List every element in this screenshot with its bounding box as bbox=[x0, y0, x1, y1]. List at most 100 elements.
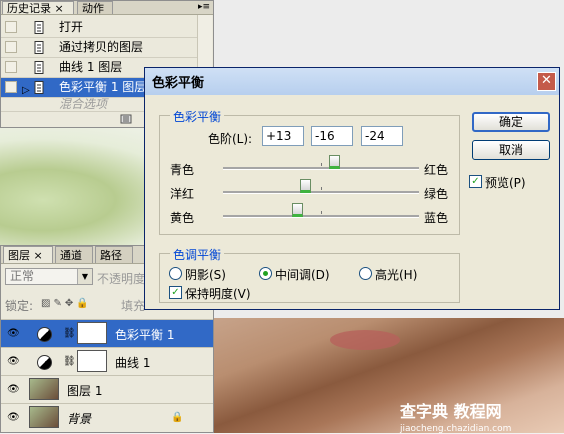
preview-checkbox[interactable]: ✓ bbox=[469, 175, 482, 188]
tab-channels-label: 通道 bbox=[60, 249, 82, 262]
history-snapshot-box[interactable] bbox=[5, 41, 17, 53]
magenta-green-slider[interactable] bbox=[223, 179, 419, 194]
layer-row[interactable]: 👁 背景 🔒 bbox=[1, 403, 213, 432]
slider-thumb[interactable] bbox=[300, 179, 312, 193]
history-doc-icon bbox=[34, 61, 44, 74]
layer-row[interactable]: 👁 图层 1 bbox=[1, 375, 213, 404]
history-doc-icon bbox=[34, 21, 44, 34]
history-delete-icon[interactable] bbox=[119, 114, 133, 124]
history-doc-icon bbox=[34, 81, 44, 94]
close-icon[interactable]: × bbox=[34, 249, 43, 262]
history-state-pointer-icon[interactable]: ▷ bbox=[22, 85, 30, 96]
tab-layers[interactable]: 图层 × bbox=[3, 246, 53, 263]
highlights-radio[interactable] bbox=[359, 267, 372, 280]
preview-label[interactable]: 预览(P) bbox=[485, 174, 526, 191]
tab-paths-label: 路径 bbox=[100, 249, 122, 262]
close-icon[interactable]: × bbox=[55, 2, 64, 15]
photo-portrait-detail bbox=[330, 330, 400, 350]
close-icon: ✕ bbox=[541, 73, 552, 88]
blend-mode-value: 正常 bbox=[10, 269, 35, 283]
slider-left-label: 黄色 bbox=[170, 211, 195, 225]
slider-right-label: 绿色 bbox=[424, 187, 449, 201]
adjustment-layer-icon bbox=[37, 355, 52, 370]
layer-name: 色彩平衡 1 bbox=[115, 328, 175, 342]
history-item-label: 曲线 1 图层 bbox=[59, 60, 123, 74]
tab-paths[interactable]: 路径 bbox=[95, 246, 133, 263]
close-button[interactable]: ✕ bbox=[537, 72, 556, 91]
history-snapshot-box[interactable] bbox=[5, 21, 17, 33]
eye-icon[interactable]: 👁 bbox=[7, 356, 20, 367]
history-snapshot-box[interactable] bbox=[5, 81, 17, 93]
lock-icon: 🔒 bbox=[171, 412, 184, 423]
tab-channels[interactable]: 通道 bbox=[55, 246, 93, 263]
link-icon[interactable]: ⛓ bbox=[63, 328, 76, 339]
cyan-red-slider[interactable] bbox=[223, 155, 419, 170]
midtones-radio[interactable] bbox=[259, 267, 272, 280]
checkmark-icon: ✓ bbox=[471, 176, 480, 187]
tab-history-label: 历史记录 bbox=[7, 2, 51, 15]
history-item-label: 打开 bbox=[59, 20, 84, 34]
adjustment-layer-icon bbox=[37, 327, 52, 342]
layer-name: 图层 1 bbox=[67, 384, 103, 398]
magenta-green-level-input[interactable] bbox=[311, 126, 353, 146]
yellow-blue-slider[interactable] bbox=[223, 203, 419, 218]
watermark: 查字典 教程网 jiaocheng.chazidian.com bbox=[400, 398, 560, 434]
blend-mode-select[interactable]: 正常 ▼ bbox=[5, 268, 93, 285]
layer-name: 曲线 1 bbox=[115, 356, 151, 370]
slider-left-label: 青色 bbox=[170, 163, 195, 177]
history-item[interactable]: 通过拷贝的图层 bbox=[1, 38, 197, 58]
layer-name: 背景 bbox=[67, 412, 92, 426]
lock-label: 锁定: bbox=[5, 299, 34, 313]
eye-icon[interactable]: 👁 bbox=[7, 328, 20, 339]
history-doc-icon bbox=[34, 41, 44, 54]
slider-center-tick bbox=[321, 211, 322, 214]
tab-actions[interactable]: 动作 bbox=[77, 1, 113, 15]
tone-balance-group-title: 色调平衡 bbox=[170, 246, 225, 263]
slider-thumb[interactable] bbox=[292, 203, 304, 217]
slider-left-label: 洋红 bbox=[170, 187, 195, 201]
lock-options-icons[interactable]: ▨✎✥🔒 bbox=[41, 298, 92, 309]
history-item[interactable]: 打开 bbox=[1, 18, 197, 38]
shadows-label[interactable]: 阴影(S) bbox=[185, 266, 226, 283]
layer-row[interactable]: 👁 ⛓ 曲线 1 bbox=[1, 347, 213, 376]
slider-center-tick bbox=[321, 163, 322, 166]
ok-button[interactable]: 确定 bbox=[472, 112, 550, 132]
tone-balance-group: 色调平衡 阴影(S) 中间调(D) 高光(H) ✓ 保持明度(V) bbox=[159, 246, 460, 303]
slider-thumb[interactable] bbox=[328, 155, 340, 169]
history-snapshot-box[interactable] bbox=[5, 61, 17, 73]
layer-row[interactable]: 👁 ⛓ 色彩平衡 1 bbox=[1, 319, 213, 348]
slider-right-label: 红色 bbox=[424, 163, 449, 177]
levels-label: 色阶(L): bbox=[208, 132, 253, 146]
dialog-title: 色彩平衡 bbox=[152, 76, 205, 91]
dialog-titlebar[interactable]: 色彩平衡 ✕ bbox=[145, 68, 559, 95]
eye-icon[interactable]: 👁 bbox=[7, 384, 20, 395]
link-icon[interactable]: ⛓ bbox=[63, 356, 76, 367]
highlights-label[interactable]: 高光(H) bbox=[375, 266, 417, 283]
panel-menu-icon[interactable]: ▸≡ bbox=[198, 2, 210, 13]
opacity-label: 不透明度 bbox=[97, 272, 146, 286]
midtones-label[interactable]: 中间调(D) bbox=[275, 266, 330, 283]
checkmark-icon: ✓ bbox=[171, 287, 180, 298]
layer-thumbnail bbox=[29, 378, 59, 400]
color-balance-dialog: 色彩平衡 ✕ 色彩平衡 色阶(L): 青色 红色 洋红 绿色 黄色 蓝色 色调平… bbox=[144, 67, 560, 310]
fill-label: 填充 bbox=[121, 299, 146, 313]
color-balance-group-title: 色彩平衡 bbox=[170, 108, 225, 125]
layer-mask-thumbnail[interactable] bbox=[77, 322, 107, 344]
history-item-label: 通过拷贝的图层 bbox=[59, 40, 144, 54]
preserve-luminosity-checkbox[interactable]: ✓ bbox=[169, 286, 182, 299]
tab-history[interactable]: 历史记录 × bbox=[2, 1, 74, 15]
color-balance-group: 色彩平衡 色阶(L): 青色 红色 洋红 绿色 黄色 蓝色 bbox=[159, 108, 460, 235]
history-tabbar: 历史记录 × 动作 ▸≡ bbox=[1, 1, 213, 15]
watermark-main: 查字典 教程网 bbox=[400, 402, 502, 421]
shadows-radio[interactable] bbox=[169, 267, 182, 280]
cancel-button[interactable]: 取消 bbox=[472, 140, 550, 160]
eye-icon[interactable]: 👁 bbox=[7, 412, 20, 423]
yellow-blue-level-input[interactable] bbox=[361, 126, 403, 146]
tab-actions-label: 动作 bbox=[82, 2, 104, 15]
cyan-red-level-input[interactable] bbox=[262, 126, 304, 146]
layer-mask-thumbnail[interactable] bbox=[77, 350, 107, 372]
preserve-luminosity-label[interactable]: 保持明度(V) bbox=[185, 285, 251, 302]
tab-layers-label: 图层 bbox=[8, 249, 30, 262]
ok-button-label: 确定 bbox=[498, 115, 523, 129]
history-item-label: 色彩平衡 1 图层 bbox=[59, 80, 147, 94]
